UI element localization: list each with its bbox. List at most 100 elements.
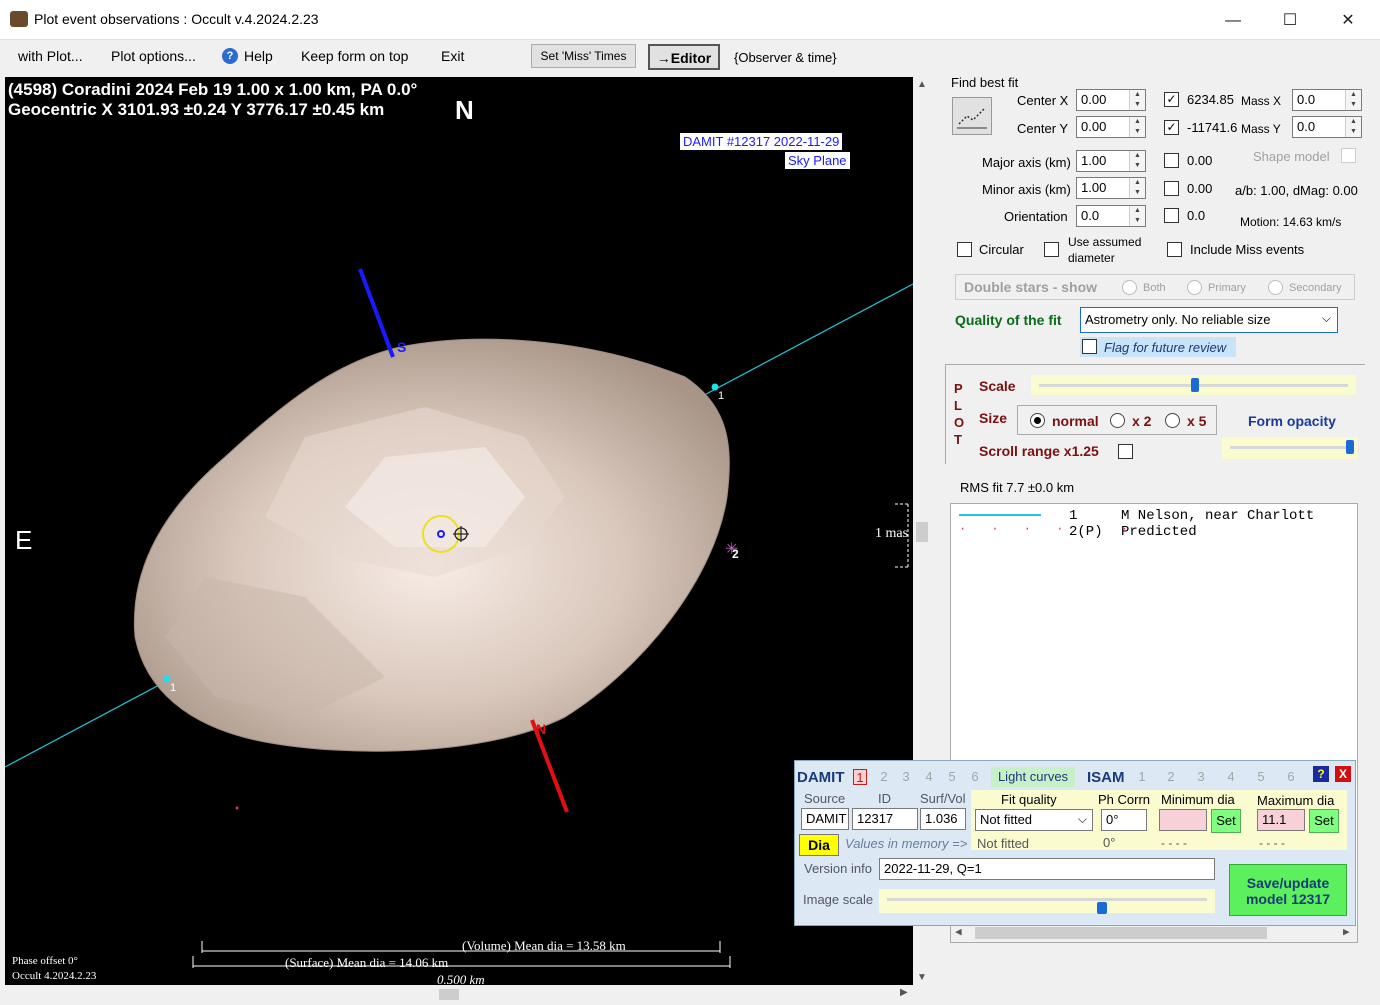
damit-tab-1[interactable]: 1: [853, 769, 867, 785]
spin-arrows-icon[interactable]: ▲ ▼: [1345, 90, 1361, 110]
spin-arrows-icon[interactable]: ▲ ▼: [1345, 117, 1361, 137]
minor-axis-checkbox[interactable]: [1164, 181, 1179, 196]
surfvol-field[interactable]: 1.036: [920, 808, 966, 830]
scroll-down-icon[interactable]: ▼: [917, 972, 927, 983]
scale-slider-thumb[interactable]: [1191, 378, 1199, 392]
scroll-up-icon[interactable]: ▲: [917, 79, 927, 90]
menu-plot-options[interactable]: Plot options...: [111, 48, 196, 64]
plot-letter-p: P: [954, 381, 963, 396]
isam-tab-2[interactable]: 2: [1164, 769, 1178, 785]
circular-checkbox[interactable]: [957, 242, 972, 257]
damit-close-button[interactable]: X: [1335, 766, 1351, 782]
orientation-checkbox[interactable]: [1164, 208, 1179, 223]
version-info-field[interactable]: 2022-11-29, Q=1: [879, 858, 1215, 880]
minor-axis-input[interactable]: 1.00 ▲ ▼: [1076, 177, 1146, 199]
damit-tab-3[interactable]: 3: [899, 769, 913, 785]
menu-exit[interactable]: Exit: [441, 48, 464, 64]
size-label: Size: [979, 410, 1008, 426]
find-best-fit-button[interactable]: [952, 97, 992, 135]
observer-time-label[interactable]: {Observer & time}: [734, 50, 837, 65]
scroll-range-checkbox[interactable]: [1118, 444, 1133, 459]
source-field[interactable]: DAMIT: [801, 808, 849, 830]
maximize-button[interactable]: ☐: [1267, 8, 1313, 34]
shape-model-checkbox[interactable]: [1341, 148, 1356, 163]
save-update-button[interactable]: Save/update model 12317: [1229, 864, 1347, 916]
ph-corrn-field[interactable]: 0°: [1101, 809, 1147, 831]
scroll-thumb-v[interactable]: [916, 522, 928, 542]
plot-header-line2: Geocentric X 3101.93 ±0.24 Y 3776.17 ±0.…: [8, 100, 385, 119]
major-axis-checkbox[interactable]: [1164, 153, 1179, 168]
isam-tab-4[interactable]: 4: [1224, 769, 1238, 785]
primary-label: Primary: [1208, 282, 1246, 294]
spin-arrows-icon[interactable]: ▲ ▼: [1129, 90, 1145, 110]
chord-1b-label: 1: [170, 682, 177, 694]
scroll-right-icon[interactable]: ▶: [900, 987, 908, 998]
id-field[interactable]: 12317: [852, 808, 918, 830]
min-dia-field[interactable]: [1159, 809, 1207, 831]
image-scale-slider-thumb[interactable]: [1097, 902, 1107, 914]
min-set-button[interactable]: Set: [1211, 809, 1241, 833]
isam-tab-5[interactable]: 5: [1254, 769, 1268, 785]
mass-y-input[interactable]: 0.0 ▲ ▼: [1292, 116, 1362, 138]
both-radio[interactable]: [1122, 280, 1137, 295]
plot-horizontal-scrollbar[interactable]: ▶: [5, 985, 913, 1003]
close-button[interactable]: ✕: [1325, 8, 1371, 34]
predicted-point: [235, 806, 239, 810]
plot-canvas[interactable]: ✳ (4598) Coradini 2024 Feb 19 1.00 x 1.0…: [5, 77, 913, 985]
size-x5-radio[interactable]: [1165, 413, 1180, 428]
mass-x-input[interactable]: 0.0 ▲ ▼: [1292, 89, 1362, 111]
minimize-button[interactable]: —: [1210, 8, 1256, 34]
image-scale-label: Image scale: [803, 892, 874, 907]
use-assumed-checkbox[interactable]: [1044, 242, 1059, 257]
menu-keep-on-top[interactable]: Keep form on top: [301, 48, 408, 64]
flag-review-checkbox[interactable]: [1082, 339, 1097, 354]
primary-radio[interactable]: [1187, 280, 1202, 295]
mass-y-checkbox[interactable]: ✓: [1164, 120, 1179, 135]
legend-hscrollbar[interactable]: ◀ ▶: [951, 924, 1357, 942]
scroll-left-icon[interactable]: ◀: [955, 925, 962, 939]
damit-tab-2[interactable]: 2: [877, 769, 891, 785]
mass-y-value: -11741.6: [1187, 120, 1238, 135]
max-dia-field[interactable]: 11.1: [1257, 809, 1305, 831]
form-opacity-slider-thumb[interactable]: [1346, 440, 1354, 454]
form-opacity-slider[interactable]: [1222, 437, 1357, 459]
scroll-thumb-h[interactable]: [439, 989, 459, 1000]
menu-with-plot[interactable]: with Plot...: [18, 48, 83, 64]
spin-arrows-icon[interactable]: ▲ ▼: [1129, 206, 1145, 226]
damit-tab-6[interactable]: 6: [968, 769, 982, 785]
size-x2-radio[interactable]: [1110, 413, 1125, 428]
editor-button[interactable]: →Editor: [648, 44, 720, 70]
spin-arrows-icon[interactable]: ▲ ▼: [1129, 117, 1145, 137]
size-normal-radio[interactable]: [1030, 413, 1045, 428]
secondary-radio[interactable]: [1268, 280, 1283, 295]
damit-help-button[interactable]: ?: [1313, 766, 1329, 782]
fit-quality-header: Fit quality: [1001, 792, 1057, 807]
mass-x-checkbox[interactable]: ✓: [1164, 92, 1179, 107]
spin-arrows-icon[interactable]: ▲ ▼: [1129, 178, 1145, 198]
damit-tab-5[interactable]: 5: [945, 769, 959, 785]
light-curves-button[interactable]: Light curves: [991, 767, 1075, 787]
center-y-label: Center Y: [1017, 121, 1069, 136]
center-x-input[interactable]: 0.00 ▲ ▼: [1076, 89, 1146, 111]
spin-arrows-icon[interactable]: ▲ ▼: [1129, 151, 1145, 171]
center-y-input[interactable]: 0.00 ▲ ▼: [1076, 116, 1146, 138]
min-dia-header: Minimum dia: [1161, 792, 1235, 807]
isam-tab-6[interactable]: 6: [1284, 769, 1298, 785]
orientation-input[interactable]: 0.0 ▲ ▼: [1076, 205, 1146, 227]
damit-tab-4[interactable]: 4: [922, 769, 936, 785]
include-miss-checkbox[interactable]: [1167, 242, 1182, 257]
dia-button[interactable]: Dia: [799, 834, 839, 856]
menu-help[interactable]: Help: [244, 48, 273, 64]
scroll-right-icon[interactable]: ▶: [1343, 925, 1350, 939]
set-miss-times-button[interactable]: Set 'Miss' Times: [531, 44, 636, 68]
isam-tab-3[interactable]: 3: [1194, 769, 1208, 785]
isam-tab-1[interactable]: 1: [1135, 769, 1149, 785]
major-axis-input[interactable]: 1.00 ▲ ▼: [1076, 150, 1146, 172]
scale-slider[interactable]: [1031, 375, 1356, 395]
legend-scroll-thumb[interactable]: [975, 927, 1267, 939]
major-axis-value: 1.00: [1081, 153, 1107, 168]
image-scale-slider[interactable]: [879, 889, 1215, 914]
quality-select[interactable]: Astrometry only. No reliable size ⌵: [1080, 307, 1338, 333]
max-set-button[interactable]: Set: [1309, 809, 1339, 833]
fit-quality-select[interactable]: Not fitted ⌵: [975, 809, 1093, 831]
